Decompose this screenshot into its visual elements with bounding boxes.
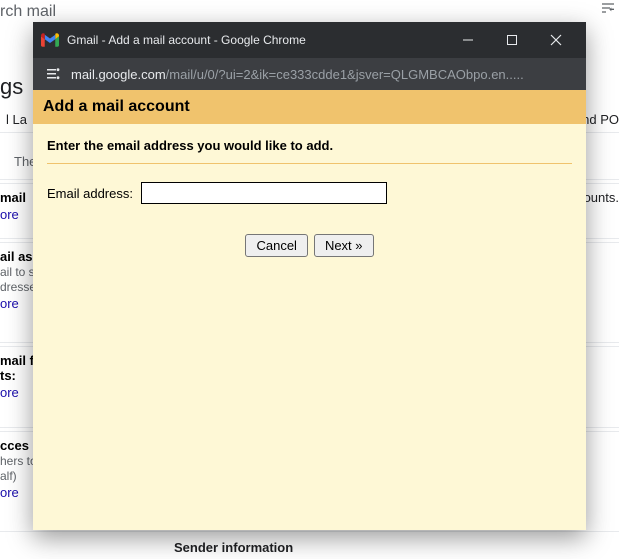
tab-fragment-left: l La: [6, 112, 27, 127]
email-label: Email address:: [47, 186, 133, 201]
text-fragment: ounts.: [584, 190, 619, 205]
tab-fragment-right: nd PO: [582, 112, 619, 127]
divider: [47, 163, 572, 164]
search-text-fragment: rch mail: [0, 3, 56, 21]
url-text: mail.google.com/mail/u/0/?ui=2&ik=ce333c…: [71, 67, 574, 82]
section-label: cces: [0, 438, 29, 453]
cancel-button[interactable]: Cancel: [245, 234, 307, 257]
tune-icon[interactable]: [600, 0, 616, 16]
section-label: mail: [0, 190, 26, 205]
section-sub: ail to s: [0, 265, 35, 279]
dialog-content: Add a mail account Enter the email addre…: [33, 90, 586, 530]
section-sub: alf): [0, 469, 17, 483]
close-button[interactable]: [534, 22, 578, 58]
dialog-instruction: Enter the email address you would like t…: [47, 134, 572, 161]
gmail-icon: [41, 33, 59, 47]
section-sub: hers to: [0, 454, 37, 468]
address-bar[interactable]: mail.google.com/mail/u/0/?ui=2&ik=ce333c…: [33, 58, 586, 90]
section-label: mail f: [0, 353, 34, 368]
settings-heading-fragment: gs: [0, 74, 23, 100]
url-path: /mail/u/0/?ui=2&ik=ce333cdde1&jsver=QLGM…: [166, 67, 524, 82]
window-title: Gmail - Add a mail account - Google Chro…: [67, 33, 438, 47]
url-host: mail.google.com: [71, 67, 166, 82]
site-info-icon[interactable]: [45, 66, 61, 82]
section-sub: dresse: [0, 280, 36, 294]
section-label: ts:: [0, 368, 16, 383]
maximize-button[interactable]: [490, 22, 534, 58]
next-button[interactable]: Next »: [314, 234, 374, 257]
window-titlebar: Gmail - Add a mail account - Google Chro…: [33, 22, 586, 58]
sender-information-label: Sender information: [174, 540, 293, 555]
popup-window: Gmail - Add a mail account - Google Chro…: [33, 22, 586, 530]
dialog-header: Add a mail account: [33, 90, 586, 124]
minimize-button[interactable]: [446, 22, 490, 58]
section-label: ail as: [0, 249, 33, 264]
email-input[interactable]: [141, 182, 387, 204]
